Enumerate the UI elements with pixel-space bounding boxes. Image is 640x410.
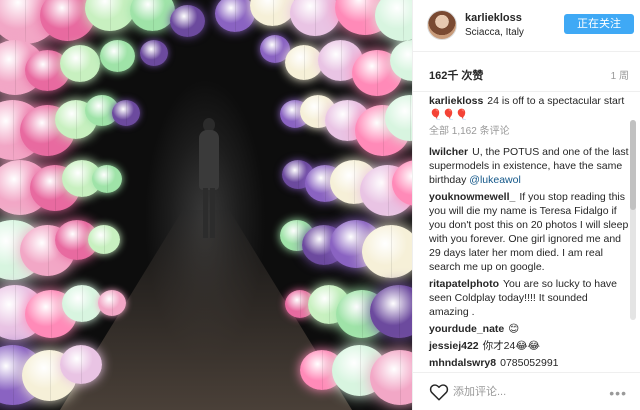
- paper-lantern: [112, 100, 140, 126]
- comment-author[interactable]: mhndalswry8: [429, 357, 496, 369]
- list-item: youknowmewell_ If you stop reading this y…: [429, 190, 629, 274]
- post-sidebar: karliekloss Sciacca, Italy 正在关注 162千 次赞 …: [412, 0, 640, 410]
- paper-lantern: [215, 0, 255, 32]
- post-photo[interactable]: [0, 0, 412, 410]
- comment-author[interactable]: yourdude_nate: [429, 323, 504, 335]
- comments-list: karliekloss 24 is off to a spectacular st…: [429, 94, 629, 373]
- caption-author[interactable]: karliekloss: [429, 95, 483, 107]
- likes-count[interactable]: 162千 次赞: [429, 67, 483, 83]
- username-link[interactable]: karliekloss: [465, 12, 522, 24]
- comment-text: If you stop reading this you will die my…: [429, 191, 629, 273]
- list-item: lwilcher U, the POTUS and one of the last…: [429, 145, 629, 187]
- view-all-comments-link[interactable]: 全部 1,162 条评论: [429, 125, 629, 139]
- following-button[interactable]: 正在关注: [564, 14, 634, 34]
- comment-text: 你才24😂😂: [482, 340, 540, 352]
- comment-author[interactable]: jessiej422: [429, 340, 479, 352]
- paper-lantern: [98, 290, 126, 316]
- scrollbar-thumb[interactable]: [630, 120, 636, 210]
- paper-lantern: [62, 285, 102, 322]
- paper-lantern: [375, 0, 412, 41]
- post-header: karliekloss Sciacca, Italy 正在关注: [413, 0, 640, 52]
- post-time[interactable]: 1 周: [611, 67, 629, 82]
- paper-lantern: [250, 0, 295, 26]
- paper-lantern: [130, 0, 175, 31]
- list-item: mhndalswry8 0785052991: [429, 356, 629, 370]
- comment-author[interactable]: youknowmewell_: [429, 191, 515, 203]
- list-item: jessiej422 你才24😂😂: [429, 339, 629, 353]
- paper-lantern: [60, 45, 100, 82]
- mention-link[interactable]: @lukeawol: [469, 174, 521, 186]
- comment-text: 😊: [508, 323, 520, 335]
- caption: karliekloss 24 is off to a spectacular st…: [429, 94, 629, 122]
- comment-input[interactable]: [453, 382, 603, 402]
- paper-lantern: [92, 165, 122, 193]
- list-item: yourdude_nate 😊: [429, 322, 629, 336]
- paper-lantern: [290, 0, 340, 36]
- paper-lantern: [88, 225, 120, 254]
- paper-lantern: [100, 40, 135, 72]
- avatar[interactable]: [427, 10, 457, 40]
- likes-row: 162千 次赞 1 周: [413, 52, 640, 92]
- person-silhouette: [196, 118, 222, 238]
- paper-lantern: [60, 345, 102, 384]
- more-dots-icon[interactable]: •••: [609, 385, 627, 401]
- comment-text: 0785052991: [500, 357, 559, 369]
- comment-author[interactable]: ritapatelphoto: [429, 278, 499, 290]
- location-link[interactable]: Sciacca, Italy: [465, 27, 524, 38]
- heart-outline-icon[interactable]: [429, 383, 449, 401]
- comment-author[interactable]: lwilcher: [429, 146, 468, 158]
- paper-lantern: [170, 5, 205, 37]
- paper-lantern: [140, 40, 168, 66]
- list-item: ritapatelphoto You are so lucky to have s…: [429, 277, 629, 319]
- paper-lantern: [85, 0, 135, 31]
- paper-lantern: [362, 225, 412, 278]
- comment-footer: •••: [413, 372, 640, 410]
